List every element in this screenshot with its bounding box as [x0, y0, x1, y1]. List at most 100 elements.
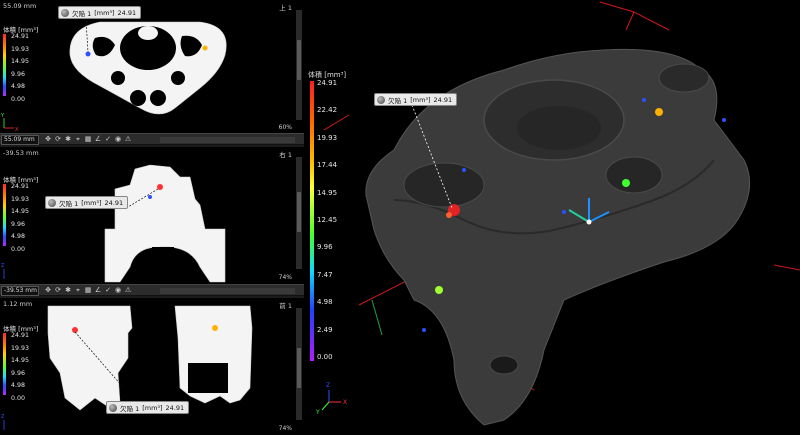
- svg-text:X: X: [343, 399, 347, 406]
- snap-icon[interactable]: ✱: [64, 286, 72, 295]
- defect-unit: [mm³]: [142, 403, 163, 412]
- defect-name: 欠陥 1: [72, 9, 92, 18]
- view-coordinate: -39.53 mm: [3, 149, 39, 157]
- 3d-view[interactable]: Z X Y 体積 [mm³] 24.91 22.42 19.93 17.44 1…: [304, 0, 800, 435]
- legend-tick: 24.91: [11, 33, 30, 40]
- front-view-canvas: Z: [1, 305, 253, 430]
- scrollbar-thumb[interactable]: [297, 348, 301, 388]
- zoom-level: 74%: [278, 425, 292, 432]
- legend-tick: 9.96: [317, 243, 333, 252]
- check-icon[interactable]: ✓: [104, 286, 112, 295]
- legend-tick: 4.98: [317, 298, 333, 307]
- defect-marker-icon: [109, 403, 117, 412]
- legend-tick: 19.93: [11, 344, 30, 352]
- legend-tick: 4.98: [11, 83, 26, 91]
- view-coordinate: 55.09 mm: [3, 2, 37, 10]
- legend-ticks: 24.91 22.42 19.93 17.44 14.95 12.45 9.96…: [317, 78, 337, 379]
- snap-icon[interactable]: ✱: [64, 135, 72, 144]
- legend-tick: 14.95: [11, 58, 30, 66]
- angle-icon[interactable]: ∠: [94, 135, 102, 144]
- defect-unit: [mm³]: [94, 8, 115, 17]
- legend-tick: 14.95: [11, 357, 30, 365]
- vertical-scrollbar[interactable]: [296, 308, 302, 420]
- view-name: 上 1: [279, 4, 292, 12]
- legend-tick: 14.95: [11, 208, 30, 216]
- defect-label[interactable]: 欠陥 1 [mm³] 24.91: [374, 93, 458, 106]
- top-view-toolbar: 55.09 mm ✥ ⟳ ✱ ⌖ ▦ ∠ ✓ ◉ ⚠: [0, 133, 304, 145]
- defect-name: 欠陥 1: [120, 404, 140, 413]
- defect-name: 欠陥 1: [388, 96, 408, 105]
- legend-tick: 7.47: [317, 270, 333, 279]
- right-view[interactable]: Z -39.53 mm 右 1 74% 欠陥 1 [mm³] 24.91 体積 …: [0, 147, 304, 284]
- defect-marker-icon: [377, 95, 385, 104]
- defect-value: 24.91: [433, 95, 453, 104]
- legend-tick: 0.00: [11, 245, 26, 253]
- legend-tick: 4.98: [11, 382, 26, 390]
- vertical-scrollbar[interactable]: [296, 10, 302, 120]
- legend-tick: 19.93: [11, 195, 30, 203]
- warning-icon[interactable]: ⚠: [124, 135, 132, 144]
- legend-ticks: 24.91 19.93 14.95 9.96 4.98 0.00: [11, 31, 29, 107]
- legend-color-bar: [3, 184, 6, 246]
- legend-tick: 24.91: [11, 183, 30, 190]
- svg-text:Z: Z: [1, 263, 5, 269]
- legend-color-bar: [3, 34, 6, 96]
- defect-marker-icon: [61, 8, 69, 17]
- legend-ticks: 24.91 19.93 14.95 9.96 4.98 0.00: [11, 181, 29, 257]
- slice-coordinate-input[interactable]: -39.53 mm: [1, 286, 39, 296]
- legend-color-bar: [3, 333, 6, 395]
- scrollbar-thumb[interactable]: [297, 40, 301, 80]
- horizontal-scrollbar[interactable]: [160, 137, 295, 143]
- defect-label[interactable]: 欠陥 1 [mm³] 24.91: [58, 6, 142, 19]
- rotate-icon[interactable]: ⟳: [54, 135, 62, 144]
- scrollbar-thumb[interactable]: [297, 192, 301, 232]
- defect-value: 24.91: [104, 198, 124, 207]
- top-view-canvas: X Y: [0, 19, 227, 133]
- right-view-toolbar: -39.53 mm ✥ ⟳ ✱ ⌖ ▦ ∠ ✓ ◉ ⚠: [0, 284, 304, 296]
- svg-text:Z: Z: [1, 414, 5, 420]
- defect-name: 欠陥 1: [59, 199, 79, 208]
- front-view[interactable]: Z 1.12 mm 前 1 74% 欠陥 1 [mm³] 24.91 体積 [m…: [0, 298, 304, 435]
- defect-value: 24.91: [117, 8, 137, 17]
- legend-tick: 9.96: [11, 369, 26, 377]
- legend-tick: 19.93: [317, 133, 338, 142]
- zoom-level: 74%: [278, 274, 292, 281]
- defect-unit: [mm³]: [410, 95, 431, 104]
- legend-tick: 17.44: [317, 161, 338, 170]
- color-icon[interactable]: ◉: [114, 135, 122, 144]
- slice-coordinate-input[interactable]: 55.09 mm: [1, 135, 39, 145]
- legend-tick: 4.98: [11, 233, 26, 241]
- legend-tick: 0.00: [11, 95, 26, 103]
- measure-icon[interactable]: ⌖: [74, 286, 82, 295]
- legend-tick: 12.45: [317, 215, 338, 224]
- view-coordinate: 1.12 mm: [3, 300, 33, 308]
- legend-tick: 24.91: [11, 332, 30, 339]
- grid-icon[interactable]: ▦: [84, 286, 92, 295]
- legend-color-bar: [310, 81, 314, 361]
- volume-legend: 体積 [mm³] 24.91 19.93 14.95 9.96 4.98 0.0…: [3, 323, 43, 402]
- defect-label[interactable]: 欠陥 1 [mm³] 24.91: [106, 401, 190, 414]
- legend-tick: 0.00: [11, 394, 26, 402]
- check-icon[interactable]: ✓: [104, 135, 112, 144]
- measure-icon[interactable]: ⌖: [74, 135, 82, 144]
- legend-tick: 19.93: [11, 45, 30, 53]
- legend-tick: 9.96: [11, 220, 26, 228]
- volume-legend: 体積 [mm³] 24.91 19.93 14.95 9.96 4.98 0.0…: [3, 174, 43, 253]
- legend-tick: 22.42: [317, 106, 338, 115]
- color-icon[interactable]: ◉: [114, 286, 122, 295]
- top-view[interactable]: X Y 55.09 mm 上 1 60% 欠陥 1 [mm³] 24.91 体積…: [0, 0, 304, 133]
- view-name: 右 1: [279, 151, 292, 159]
- horizontal-scrollbar[interactable]: [160, 288, 295, 294]
- pan-icon[interactable]: ✥: [44, 135, 52, 144]
- defect-label[interactable]: 欠陥 1 [mm³] 24.91: [45, 196, 129, 209]
- grid-icon[interactable]: ▦: [84, 135, 92, 144]
- legend-tick: 24.91: [317, 79, 338, 87]
- angle-icon[interactable]: ∠: [94, 286, 102, 295]
- defect-unit: [mm³]: [81, 198, 102, 207]
- pan-icon[interactable]: ✥: [44, 286, 52, 295]
- vertical-scrollbar[interactable]: [296, 157, 302, 269]
- warning-icon[interactable]: ⚠: [124, 286, 132, 295]
- legend-tick: 9.96: [11, 70, 26, 78]
- rotate-icon[interactable]: ⟳: [54, 286, 62, 295]
- zoom-level: 60%: [278, 124, 292, 131]
